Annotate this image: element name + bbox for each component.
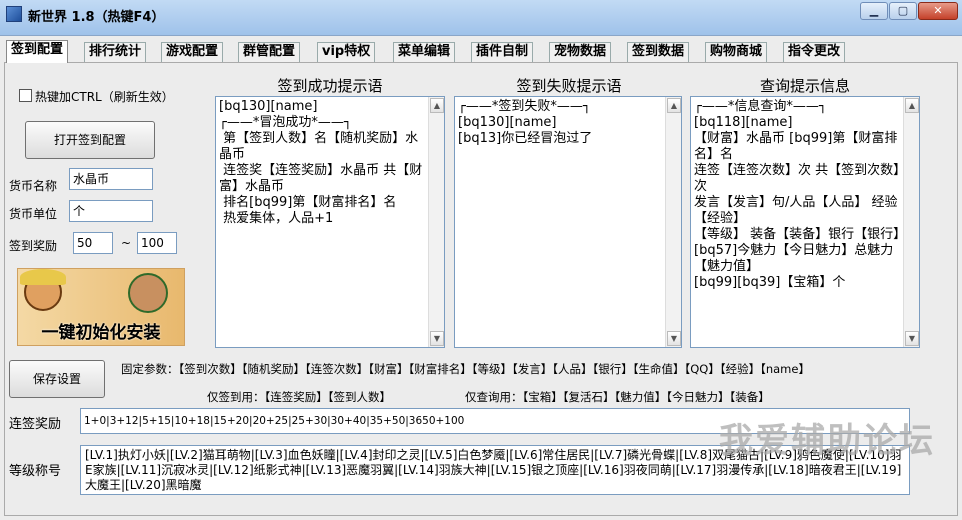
straw-hat-icon bbox=[20, 269, 66, 285]
text-line: 排名[bq99]第【财富排名】名 bbox=[219, 195, 397, 210]
scroll-down-icon[interactable]: ▼ bbox=[430, 331, 444, 346]
text-line: ┌——*冒泡成功*——┐ bbox=[219, 115, 352, 130]
text-line: 连签【连签次数】次 共【签到次数】次 bbox=[694, 163, 900, 194]
tab-ranking[interactable]: 排行统计 bbox=[84, 42, 147, 62]
fail-textarea[interactable]: ┌——*签到失败*——┐ [bq130][name] [bq13]你已经冒泡过了… bbox=[454, 96, 682, 348]
text-line: 发言【发言】句/人品【人品】 经验【经验】 bbox=[694, 195, 898, 226]
text-line: 热爱集体，人品+1 bbox=[219, 211, 334, 226]
level-titles-label: 等级称号 bbox=[9, 464, 62, 479]
fail-title: 签到失败提示语 bbox=[516, 77, 622, 95]
success-title: 签到成功提示语 bbox=[277, 77, 383, 95]
reward-range-separator: ~ bbox=[121, 236, 132, 250]
scroll-up-icon[interactable]: ▲ bbox=[430, 98, 444, 113]
success-textarea[interactable]: [bq130][name] ┌——*冒泡成功*——┐ 第【签到人数】名【随机奖励… bbox=[215, 96, 445, 348]
title-bar: 新世界 1.8（热键F4） ▁ ▢ ✕ bbox=[0, 0, 962, 36]
tab-vip[interactable]: vip特权 bbox=[317, 42, 376, 62]
text-line: [bq99][bq39]【宝箱】个 bbox=[694, 275, 846, 290]
text-line: [bq130][name] bbox=[219, 99, 318, 114]
query-params-value: 【宝箱】【复活石】【魅力值】【今日魅力】【装备】 bbox=[522, 390, 770, 404]
signin-params-label: 仅签到用： bbox=[207, 390, 265, 404]
signin-params-row: 仅签到用：【连签奖励】【签到人数】 bbox=[207, 389, 391, 405]
fixed-params-label: 固定参数： bbox=[121, 362, 179, 376]
tab-signin-data[interactable]: 签到数据 bbox=[627, 42, 690, 62]
hotkey-ctrl-checkbox[interactable] bbox=[19, 89, 32, 102]
scroll-up-icon[interactable]: ▲ bbox=[667, 98, 681, 113]
tab-shop[interactable]: 购物商城 bbox=[705, 42, 768, 62]
window-title: 新世界 1.8（热键F4） bbox=[28, 10, 165, 25]
query-textarea[interactable]: ┌——*信息查询*——┐ [bq118][name] 【财富】水晶币 [bq99… bbox=[690, 96, 920, 348]
text-line: ┌——*签到失败*——┐ bbox=[458, 99, 591, 114]
scroll-up-icon[interactable]: ▲ bbox=[905, 98, 919, 113]
scroll-down-icon[interactable]: ▼ bbox=[667, 331, 681, 346]
init-install-banner[interactable]: 一键初始化安装 bbox=[17, 268, 185, 346]
text-line: [bq130][name] bbox=[458, 115, 557, 130]
watermark-logo: 我爱辅助论坛 bbox=[719, 421, 935, 461]
currency-unit-label: 货币单位 bbox=[9, 207, 58, 221]
text-line: 第【签到人数】名【随机奖励】水晶币 bbox=[219, 131, 419, 162]
query-title: 查询提示信息 bbox=[759, 77, 850, 95]
tab-signin-config[interactable]: 签到配置 bbox=[6, 40, 69, 63]
scroll-down-icon[interactable]: ▼ bbox=[905, 331, 919, 346]
text-line: [bq13]你已经冒泡过了 bbox=[458, 131, 593, 146]
open-signin-config-button[interactable]: 打开签到配置 bbox=[25, 121, 155, 159]
currency-unit-input[interactable]: 个 bbox=[69, 200, 153, 222]
signin-params-value: 【连签奖励】【签到人数】 bbox=[264, 390, 392, 404]
signin-reward-label: 签到奖励 bbox=[9, 239, 58, 253]
tab-group-admin[interactable]: 群管配置 bbox=[238, 42, 301, 62]
fixed-params-value: 【签到次数】【随机奖励】【连签次数】【财富】【财富排名】【等级】【发言】【人品】… bbox=[178, 362, 810, 376]
init-install-text: 一键初始化安装 bbox=[41, 323, 161, 343]
tab-command-edit[interactable]: 指令更改 bbox=[783, 42, 846, 62]
fail-scrollbar[interactable]: ▲ ▼ bbox=[665, 97, 681, 347]
text-line: [bq118][name] bbox=[694, 115, 793, 130]
maximize-button[interactable]: ▢ bbox=[889, 2, 917, 20]
query-scrollbar[interactable]: ▲ ▼ bbox=[903, 97, 919, 347]
save-settings-button[interactable]: 保存设置 bbox=[9, 360, 105, 398]
app-icon bbox=[6, 6, 22, 22]
tab-plugin[interactable]: 插件自制 bbox=[471, 42, 534, 62]
minimize-button[interactable]: ▁ bbox=[860, 2, 888, 20]
text-line: [bq57]今魅力【今日魅力】总魅力【魅力值】 bbox=[694, 243, 894, 274]
query-params-row: 仅查询用：【宝箱】【复活石】【魅力值】【今日魅力】【装备】 bbox=[465, 389, 770, 405]
tab-pet-data[interactable]: 宠物数据 bbox=[549, 42, 612, 62]
character-zoro-icon bbox=[128, 273, 168, 313]
text-line: 【等级】 装备【装备】银行【银行】 bbox=[694, 227, 907, 242]
reward-max-input[interactable]: 100 bbox=[137, 232, 177, 254]
close-button[interactable]: ✕ bbox=[918, 2, 958, 20]
query-params-label: 仅查询用： bbox=[465, 390, 523, 404]
text-line: ┌——*信息查询*——┐ bbox=[694, 99, 827, 114]
tab-menu-edit[interactable]: 菜单编辑 bbox=[393, 42, 456, 62]
success-scrollbar[interactable]: ▲ ▼ bbox=[428, 97, 444, 347]
reward-min-input[interactable]: 50 bbox=[73, 232, 113, 254]
streak-reward-label: 连签奖励 bbox=[9, 417, 62, 432]
tab-game-config[interactable]: 游戏配置 bbox=[161, 42, 224, 62]
currency-name-label: 货币名称 bbox=[9, 179, 58, 193]
currency-name-input[interactable]: 水晶币 bbox=[69, 168, 153, 190]
text-line: 连签奖【连签奖励】水晶币 共【财富】水晶币 bbox=[219, 163, 423, 194]
signin-config-panel: 热键加CTRL（刷新生效） 打开签到配置 货币名称 水晶币 货币单位 个 签到奖… bbox=[4, 62, 958, 516]
fixed-params-row: 固定参数：【签到次数】【随机奖励】【连签次数】【财富】【财富排名】【等级】【发言… bbox=[121, 361, 810, 377]
text-line: 【财富】水晶币 [bq99]第【财富排名】名 bbox=[694, 131, 898, 162]
hotkey-ctrl-label: 热键加CTRL（刷新生效） bbox=[35, 90, 174, 104]
